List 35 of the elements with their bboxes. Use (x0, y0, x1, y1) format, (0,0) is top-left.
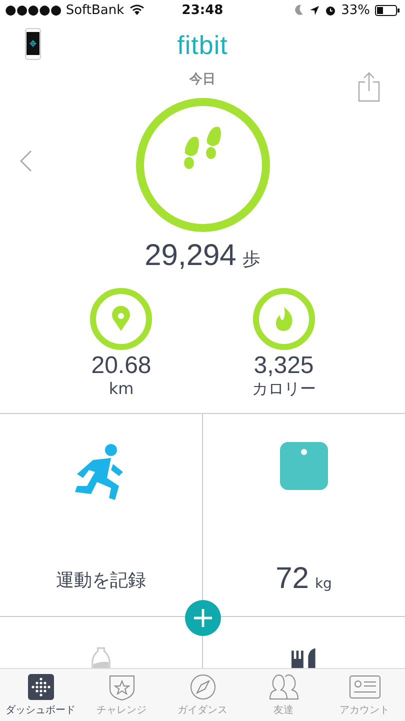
battery-icon (375, 4, 400, 16)
steps-count: 29,294 (144, 239, 236, 273)
tab[interactable]: ガイダンス (162, 669, 243, 721)
tab[interactable]: ダッシュボード (0, 669, 81, 721)
carrier-name: ●●●●● SoftBank (5, 2, 124, 18)
steps-unit: 歩 (242, 248, 260, 271)
moon-icon (294, 4, 304, 16)
stat-unit: km (108, 379, 134, 399)
plus-icon (193, 608, 213, 628)
account-icon (348, 673, 380, 701)
wifi-icon (129, 4, 146, 16)
add-button[interactable] (185, 600, 221, 636)
stat-value: 3,325 (254, 353, 314, 380)
weight-unit: kg (314, 576, 332, 592)
app-logo: fitbit (177, 30, 228, 60)
phone-icon[interactable] (25, 28, 41, 60)
tab[interactable]: チャレンジ (81, 669, 162, 721)
alarm-icon (325, 4, 336, 16)
stat-unit: カロリー (252, 379, 316, 399)
dashboard-tile[interactable]: 72 kg (202, 414, 405, 617)
footprints-icon (184, 126, 220, 169)
location-icon (309, 4, 320, 16)
clock-time: 23:48 (182, 2, 224, 18)
battery-percent: 33% (341, 2, 370, 18)
tab[interactable]: 友達 (243, 669, 324, 721)
friends-icon (268, 673, 300, 701)
weight-value: 72 (276, 562, 309, 596)
location-pin-icon (112, 306, 130, 331)
share-icon[interactable] (358, 72, 380, 102)
stat-value: 20.68 (91, 353, 152, 380)
flame-icon (276, 307, 292, 331)
tab[interactable]: アカウント (324, 669, 405, 721)
date-label: 今日 (190, 71, 216, 89)
log-exercise-label: 運動を記録 (56, 568, 146, 592)
scale-icon (280, 442, 328, 490)
